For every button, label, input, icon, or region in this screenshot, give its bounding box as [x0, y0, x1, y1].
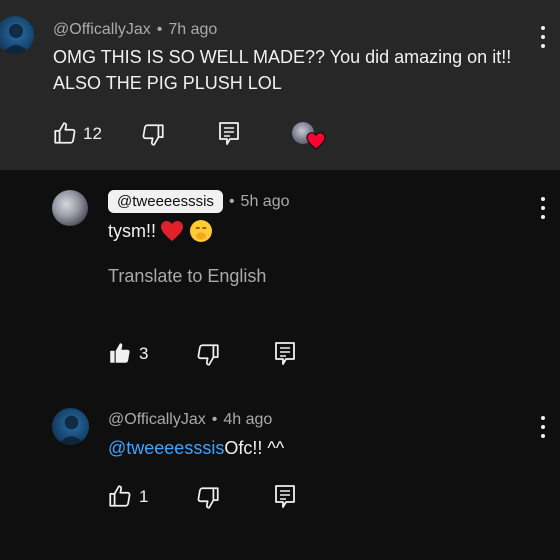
comment-text-line: ALSO THE PIG PLUSH LOL — [53, 73, 282, 93]
reply-icon — [275, 342, 295, 365]
comment-time: 7h ago — [168, 21, 218, 38]
reply-meta: @OfficallyJax • 4h ago — [108, 411, 273, 428]
like-button[interactable] — [107, 340, 133, 366]
reply-button[interactable] — [217, 121, 241, 147]
reply-meta: @tweeeesssis • 5h ago — [108, 190, 289, 213]
dislike-button[interactable] — [140, 122, 166, 148]
reply-time: 5h ago — [240, 192, 290, 210]
thumbs-down-icon — [142, 124, 164, 146]
hand-over-mouth-emoji-icon — [190, 220, 212, 242]
reply-icon — [219, 122, 239, 145]
reply-time: 4h ago — [223, 411, 273, 428]
reply-button[interactable] — [273, 484, 297, 510]
like-count: 3 — [139, 344, 149, 363]
reply-text: @tweeeesssisOfc!! ^^ — [108, 435, 284, 461]
comment-author[interactable]: @OfficallyJax — [53, 21, 151, 38]
reply-button[interactable] — [273, 341, 297, 367]
like-count: 12 — [83, 124, 102, 143]
thumbs-down-icon — [197, 487, 219, 509]
thumbs-up-icon — [54, 122, 76, 144]
comment-text-line: OMG THIS IS SO WELL MADE?? You did amazi… — [53, 47, 512, 67]
dislike-button[interactable] — [195, 342, 221, 368]
like-count: 1 — [139, 487, 149, 506]
avatar[interactable] — [52, 190, 88, 226]
mention-link[interactable]: @tweeeesssis — [108, 438, 224, 458]
reply-text-content: tysm!! — [108, 221, 156, 241]
thumbs-down-icon — [197, 344, 219, 366]
avatar[interactable] — [52, 408, 89, 445]
like-button[interactable] — [52, 120, 78, 146]
reply-icon — [275, 485, 295, 508]
more-options-button[interactable] — [537, 197, 549, 219]
reply-author-chip[interactable]: @tweeeesssis — [108, 190, 223, 213]
creator-heart-icon — [306, 132, 326, 150]
dislike-button[interactable] — [195, 485, 221, 511]
reply-author[interactable]: @OfficallyJax — [108, 411, 206, 428]
reply-text: tysm!! — [108, 218, 213, 244]
more-options-button[interactable] — [537, 416, 549, 438]
comment-text: OMG THIS IS SO WELL MADE?? You did amazi… — [53, 44, 543, 96]
reply-text-content: Ofc!! ^^ — [224, 438, 285, 458]
red-heart-emoji-icon — [161, 221, 183, 241]
comment-meta: @OfficallyJax • 7h ago — [53, 21, 218, 38]
translate-link[interactable]: Translate to English — [108, 266, 266, 287]
like-button[interactable] — [107, 483, 133, 509]
thumbs-up-filled-icon — [110, 343, 130, 363]
thumbs-up-icon — [109, 485, 131, 507]
